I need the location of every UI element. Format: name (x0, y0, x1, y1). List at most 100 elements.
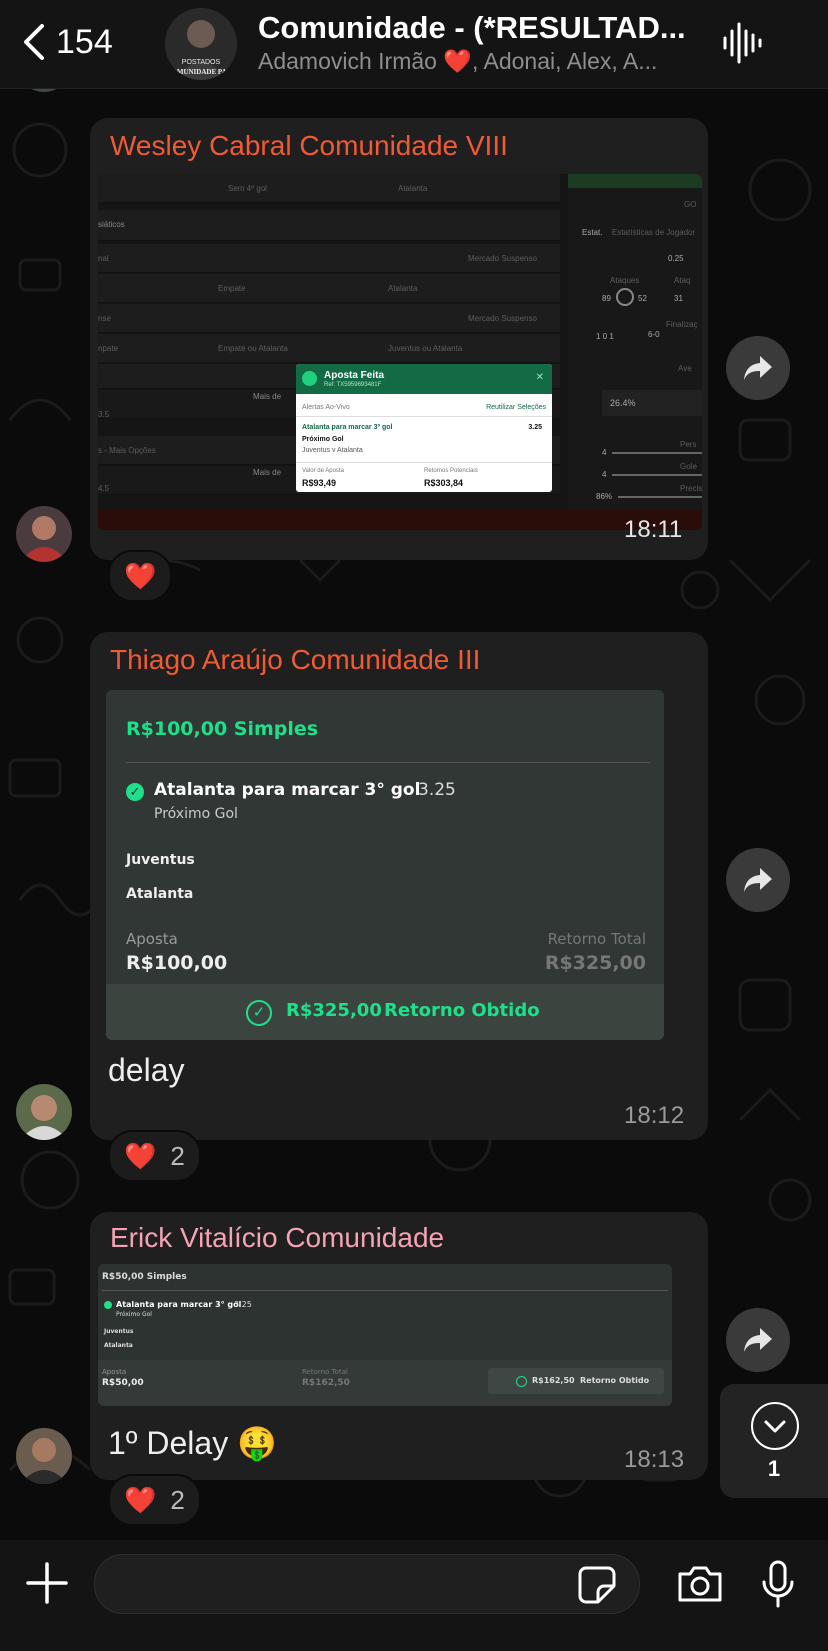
group-members: Adamovich Irmão ❤️, Adonai, Alex, A... (258, 48, 658, 74)
shot-text: 31 (674, 294, 683, 303)
bet-odds: 3.25 (418, 780, 456, 800)
message-time: 18:13 (624, 1446, 685, 1473)
popup-title: Aposta Feita (324, 370, 385, 381)
popup-returns: R$303,84 (424, 478, 464, 488)
team-away: Atalanta (104, 1342, 133, 1349)
team-home: Juventus (104, 1328, 134, 1335)
shot-text: Empate (218, 284, 246, 293)
return-label: Retorno Total (547, 930, 646, 948)
footer-amount: R$325,00 (286, 1000, 382, 1021)
sender-name[interactable]: Wesley Cabral Comunidade VIII (110, 130, 508, 162)
bet-selection: Atalanta para marcar 3° gol (154, 780, 421, 800)
message-text: 1º Delay 🤑 (108, 1425, 277, 1461)
popup-alerts: Alertas Ao-Vivo (302, 404, 350, 411)
sender-name[interactable]: Thiago Araújo Comunidade III (110, 644, 480, 676)
sender-avatar[interactable] (16, 506, 72, 562)
plus-icon[interactable] (26, 1562, 68, 1604)
check-circle-icon (516, 1376, 527, 1387)
group-avatar-text: COMUNIDADE PAEP (166, 68, 236, 76)
close-icon: ✕ (535, 372, 544, 383)
message-input[interactable] (94, 1554, 640, 1614)
popup-odds: 3.25 (528, 424, 542, 431)
shot-text: Estat. (582, 228, 603, 237)
forward-button[interactable] (726, 848, 790, 912)
sender-name[interactable]: Erick Vitalício Comunidade (110, 1222, 444, 1254)
shot-text: 52 (638, 294, 647, 303)
shot-text: 6-0 (648, 330, 660, 339)
shot-text: Juventus ou Atalanta (388, 344, 463, 353)
popup-ref: Ref: TX5959693481F (324, 382, 382, 388)
popup-reuse: Reutilizar Seleções (486, 404, 546, 411)
return-value: R$325,00 (544, 952, 646, 974)
forward-button[interactable] (726, 336, 790, 400)
shot-text: 26.4% (610, 398, 636, 408)
shot-text: nal (98, 254, 109, 263)
popup-stake-label: Valor de Aposta (302, 468, 344, 474)
message-time: 18:11 (624, 516, 683, 543)
message-time: 18:12 (624, 1102, 685, 1129)
stake-label: Aposta (102, 1368, 127, 1376)
bet-market: Próximo Gol (116, 1311, 152, 1318)
forward-button[interactable] (726, 1308, 790, 1372)
scroll-down-button[interactable]: 1 (720, 1384, 828, 1498)
stake-value: R$50,00 (102, 1378, 144, 1388)
reaction-badge[interactable]: ❤️ 2 (108, 1130, 201, 1182)
popup-stake: R$93,49 (302, 478, 337, 488)
footer-label: Retorno Obtido (580, 1376, 650, 1385)
bet-header: R$50,00 Simples (102, 1272, 187, 1282)
shot-text: Mais de (253, 392, 282, 401)
shot-text: 4.5 (98, 484, 110, 493)
return-label: Retorno Total (302, 1368, 348, 1376)
waveform-icon[interactable] (722, 22, 762, 64)
group-title[interactable]: Comunidade - (*RESULTAD... (258, 10, 686, 46)
chat-header: 154 POSTADOS COMUNIDADE PAEP Comunidade … (0, 0, 828, 89)
shot-text: Mercado Suspenso (468, 314, 537, 323)
microphone-icon[interactable] (760, 1560, 796, 1608)
shot-text: Gole (680, 462, 697, 471)
back-button[interactable]: 154 (20, 22, 113, 62)
shot-text: Precis (680, 484, 702, 493)
stake-value: R$100,00 (126, 952, 228, 974)
popup-returns-label: Retornos Potenciais (424, 468, 478, 474)
reaction-count: 2 (170, 1140, 185, 1171)
shot-text: s - Mais Opções (98, 446, 156, 455)
reaction-count: 2 (170, 1484, 185, 1515)
chevron-down-icon (751, 1402, 799, 1450)
composer-bar (0, 1540, 828, 1651)
group-avatar[interactable]: POSTADOS COMUNIDADE PAEP (165, 8, 237, 80)
shot-text: 1 0 1 (596, 332, 614, 341)
unread-count: 154 (56, 22, 113, 61)
back-chevron-icon (24, 24, 44, 60)
shot-text: Ataq (674, 276, 691, 285)
bet-slip-image[interactable]: R$50,00 Simples Atalanta para marcar 3° … (98, 1264, 672, 1406)
camera-icon[interactable] (676, 1564, 724, 1604)
shot-text: Ataques (610, 276, 640, 285)
reaction-emoji: ❤️ (124, 1484, 157, 1515)
shot-text: 4 (602, 448, 607, 457)
bet-slip-image[interactable]: R$100,00 Simples ✓ Atalanta para marcar … (106, 690, 664, 1040)
shot-text: Pers (680, 440, 697, 449)
sender-avatar[interactable] (16, 1084, 72, 1140)
message-bubble[interactable]: Wesley Cabral Comunidade VIII Sem 4º gol… (90, 118, 708, 560)
stake-label: Aposta (126, 930, 178, 948)
reaction-badge[interactable]: ❤️ (108, 550, 173, 602)
message-bubble[interactable]: Erick Vitalício Comunidade R$50,00 Simpl… (90, 1212, 708, 1480)
bet-header: R$100,00 Simples (126, 718, 319, 740)
message-bubble[interactable]: Thiago Araújo Comunidade III R$100,00 Si… (90, 632, 708, 1140)
shot-text: 86% (596, 492, 613, 501)
shot-text: 89 (602, 294, 611, 303)
shot-text: Estatísticas de Jogador (612, 228, 696, 237)
popup-match: Juventus v Atalanta (302, 447, 363, 454)
sticker-icon[interactable] (578, 1566, 616, 1604)
shot-text: npate (98, 344, 119, 353)
check-circle-icon: ✓ (246, 1000, 272, 1026)
forward-icon (744, 868, 772, 892)
bet-selection: Atalanta para marcar 3° gol (116, 1300, 242, 1309)
shot-text: 0.25 (668, 254, 684, 263)
sender-avatar[interactable] (16, 1428, 72, 1484)
bet-odds: 3.25 (234, 1300, 252, 1309)
image-attachment[interactable]: Sem 4º gol Atalanta siáticos nal Mercado S… (98, 174, 702, 530)
popup-selection: Atalanta para marcar 3º gol (302, 424, 393, 431)
reaction-badge[interactable]: ❤️ 2 (108, 1474, 201, 1526)
return-value: R$162,50 (302, 1378, 350, 1388)
